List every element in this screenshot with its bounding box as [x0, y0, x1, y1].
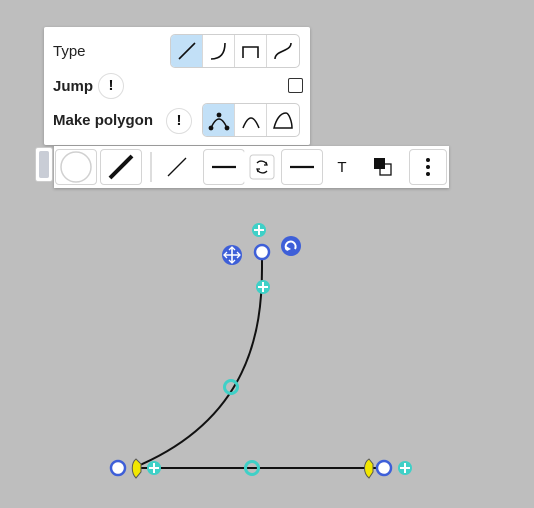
- drawing-canvas: [109, 223, 412, 479]
- move-handle-icon[interactable]: [222, 245, 242, 265]
- endpoint-handle-top[interactable]: [253, 243, 271, 261]
- vertex-handle-corner[interactable]: [109, 459, 127, 477]
- endpoint-handle-right[interactable]: [375, 459, 393, 477]
- add-point-handle-left[interactable]: [147, 461, 161, 475]
- start-arrow-marker[interactable]: [131, 458, 142, 479]
- rotate-handle-icon[interactable]: [281, 236, 301, 256]
- midpoint-handle-bottom[interactable]: [244, 460, 260, 476]
- add-point-handle-top[interactable]: [252, 223, 266, 237]
- add-point-handle-right[interactable]: [398, 461, 412, 475]
- midpoint-handle-curve[interactable]: [223, 379, 239, 395]
- add-point-handle-upper[interactable]: [256, 280, 270, 294]
- end-arrow-marker[interactable]: [364, 458, 374, 479]
